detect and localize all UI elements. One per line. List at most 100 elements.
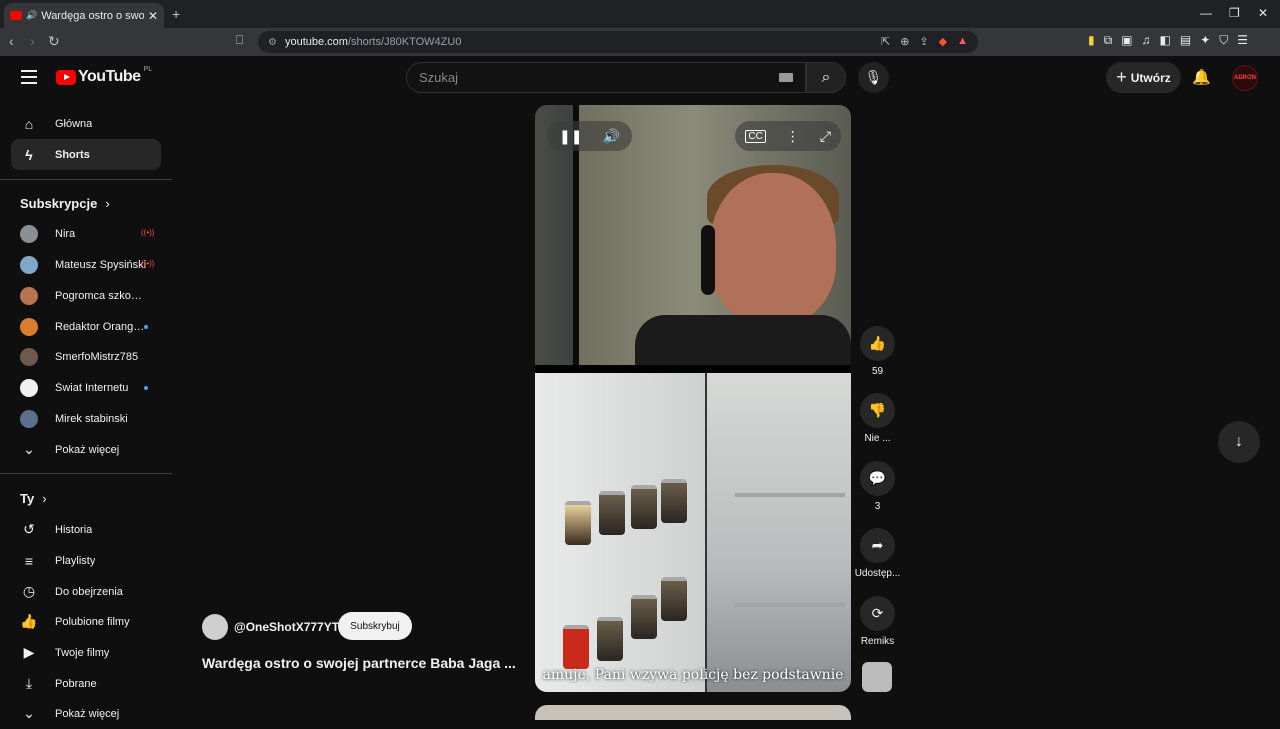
share-button[interactable]: ➦ bbox=[860, 528, 895, 563]
fridge-item bbox=[563, 625, 589, 669]
dislike-button[interactable]: 👎 bbox=[860, 393, 895, 428]
video-subtitle: amuje, Pani wzywa policję bez podstawnie bbox=[542, 667, 844, 683]
speaker-icon[interactable]: 🔊 bbox=[26, 10, 37, 21]
thumb-down-icon: 👎 bbox=[868, 402, 887, 418]
open-external-icon[interactable]: ⇱ bbox=[881, 35, 890, 48]
clock-icon: ◷ bbox=[22, 583, 36, 599]
reload-icon[interactable]: ↻ bbox=[48, 33, 60, 50]
sidebar-divider bbox=[0, 179, 172, 180]
sidebar: ⌂ Główna ϟ Shorts Subskrypcje › Nira ((•… bbox=[0, 100, 172, 721]
extension-icon[interactable]: ▮ bbox=[1088, 33, 1095, 48]
tab-close-icon[interactable]: ✕ bbox=[148, 9, 158, 23]
shorts-icon: ϟ bbox=[25, 146, 33, 163]
restore-button[interactable]: ❐ bbox=[1229, 6, 1240, 20]
minimize-button[interactable]: — bbox=[1200, 6, 1212, 20]
share-icon: ➦ bbox=[871, 537, 884, 553]
back-icon[interactable]: ‹ bbox=[9, 33, 14, 49]
channel-avatar bbox=[20, 347, 38, 366]
forward-icon[interactable]: › bbox=[30, 33, 35, 49]
comment-count: 3 bbox=[874, 501, 881, 512]
sidebar-item-watch-later[interactable]: ◷ Do obejrzenia bbox=[11, 576, 161, 607]
next-short-button[interactable]: ↓ bbox=[1218, 421, 1260, 463]
voice-search-button[interactable]: 🎙 bbox=[858, 62, 889, 93]
notifications-bell-icon[interactable]: 🔔 bbox=[1192, 68, 1211, 86]
channel-avatar[interactable] bbox=[202, 614, 228, 640]
subscribe-button[interactable]: Subskrybuj bbox=[338, 612, 412, 640]
sidebar-item-downloads[interactable]: ⤓ Pobrane bbox=[11, 668, 161, 699]
fridge-shelf bbox=[735, 493, 845, 497]
sidebar-item-label: Pobrane bbox=[55, 677, 97, 690]
sidebar-item-your-videos[interactable]: ▶ Twoje filmy bbox=[11, 637, 161, 668]
sidebar-item-subscription[interactable]: Nira bbox=[11, 218, 161, 249]
screenshot-icon[interactable]: ▣ bbox=[1121, 33, 1132, 48]
sound-source-avatar[interactable] bbox=[862, 662, 892, 692]
channel-avatar bbox=[20, 255, 38, 274]
window-close-button[interactable]: ✕ bbox=[1258, 6, 1268, 20]
address-bar[interactable]: ⚙ youtube.com/shorts/J80KTOW4ZU0 ⇱ ⊕ ⇪ ◆… bbox=[258, 31, 978, 53]
brave-shield-icon[interactable]: ◆ bbox=[939, 35, 947, 48]
like-button[interactable]: 👍 bbox=[860, 326, 895, 361]
browser-tab[interactable]: 🔊 Wardęga ostro o swojej partnerce ✕ bbox=[4, 3, 164, 28]
sidebar-item-subscription[interactable]: Pogromca szkodnikó bbox=[11, 280, 161, 311]
sidebar-item-subscription[interactable]: Mirek stabinski bbox=[11, 403, 161, 434]
youtube-logo[interactable]: YouTube PL bbox=[56, 66, 152, 86]
sidebar-item-subscription[interactable]: SmerfoMistrz785 bbox=[11, 341, 161, 372]
new-tab-button[interactable]: + bbox=[172, 6, 180, 22]
hamburger-menu-icon[interactable] bbox=[21, 70, 37, 84]
share-page-icon[interactable]: ⇪ bbox=[919, 35, 928, 48]
bookmark-icon[interactable]: ⎕ bbox=[236, 33, 243, 48]
channel-avatar bbox=[20, 224, 38, 243]
remix-label: Remiks bbox=[860, 636, 895, 647]
chevron-right-icon: › bbox=[42, 491, 47, 506]
puzzle-icon[interactable]: ⧉ bbox=[1104, 33, 1113, 48]
leo-icon[interactable]: ✦ bbox=[1200, 33, 1210, 48]
remix-button[interactable]: ⟳ bbox=[860, 596, 895, 631]
zoom-icon[interactable]: ⊕ bbox=[900, 35, 909, 48]
captions-icon[interactable]: CC bbox=[745, 129, 766, 143]
channel-name[interactable]: @OneShotX777YT bbox=[234, 620, 339, 634]
plus-icon: + bbox=[1116, 67, 1127, 87]
search-input[interactable]: Szukaj bbox=[406, 62, 806, 93]
sidebar-item-subscription[interactable]: Świat Internetu bbox=[11, 372, 161, 403]
sidebar-item-liked-videos[interactable]: 👍 Polubione filmy bbox=[11, 606, 161, 637]
sidebar-item-label: Playlisty bbox=[55, 554, 96, 567]
sidebar-item-label: Historia bbox=[55, 523, 93, 536]
browser-toolbar: ‹ › ↻ ⎕ ⚙ youtube.com/shorts/J80KTOW4ZU0… bbox=[0, 28, 1280, 56]
you-heading[interactable]: Ty › bbox=[20, 491, 47, 506]
channel-avatar bbox=[20, 378, 38, 397]
comments-button[interactable]: 💬 bbox=[860, 461, 895, 496]
sidebar-item-subscription[interactable]: Redaktor Orangutan bbox=[11, 311, 161, 342]
pause-icon[interactable]: ❚❚ bbox=[559, 128, 582, 145]
shorts-video-player[interactable]: amuje, Pani wzywa policję bez podstawnie… bbox=[535, 105, 851, 692]
search-button[interactable]: ⌕ bbox=[806, 62, 846, 93]
live-indicator-icon: ((•)) bbox=[141, 259, 155, 268]
volume-icon[interactable]: 🔊 bbox=[602, 128, 619, 145]
keyboard-icon[interactable] bbox=[779, 73, 793, 82]
sidebar-item-shorts[interactable]: ϟ Shorts bbox=[11, 139, 161, 170]
sidebar-item-show-more-you[interactable]: ⌄ Pokaż więcej bbox=[11, 698, 161, 729]
create-button[interactable]: + Utwórz bbox=[1106, 62, 1181, 93]
sidebar-item-subscription[interactable]: Mateusz Spysiński bbox=[11, 249, 161, 280]
wallet-icon[interactable]: ▤ bbox=[1180, 33, 1191, 48]
channel-avatar bbox=[20, 286, 38, 305]
short-title[interactable]: Wardęga ostro o swojej partnerce Baba Ja… bbox=[202, 655, 516, 671]
site-info-icon[interactable]: ⚙ bbox=[268, 37, 277, 48]
next-short-preview[interactable] bbox=[535, 705, 851, 720]
subscriptions-heading[interactable]: Subskrypcje › bbox=[20, 196, 110, 211]
fullscreen-icon[interactable]: ⤢ bbox=[820, 128, 831, 145]
sidebar-item-home[interactable]: ⌂ Główna bbox=[11, 108, 161, 139]
sidebar-toggle-icon[interactable]: ◧ bbox=[1160, 33, 1171, 48]
more-options-icon[interactable]: ⋮ bbox=[786, 128, 800, 145]
you-heading-label: Ty bbox=[20, 491, 35, 506]
music-icon[interactable]: ♫ bbox=[1142, 33, 1151, 48]
sidebar-item-playlists[interactable]: ≡ Playlisty bbox=[11, 545, 161, 576]
sidebar-item-show-more[interactable]: ⌄ Pokaż więcej bbox=[11, 434, 161, 465]
vpn-shield-icon[interactable]: ⛉ bbox=[1219, 33, 1228, 48]
sidebar-item-label: SmerfoMistrz785 bbox=[55, 350, 139, 363]
brave-rewards-icon[interactable]: ▲ bbox=[957, 35, 968, 48]
video-person-body bbox=[635, 315, 851, 365]
sidebar-item-history[interactable]: ↺ Historia bbox=[11, 514, 161, 545]
account-avatar[interactable]: ADRON bbox=[1232, 65, 1258, 91]
fridge-item bbox=[631, 595, 657, 639]
menu-icon[interactable]: ☰ bbox=[1237, 33, 1248, 48]
